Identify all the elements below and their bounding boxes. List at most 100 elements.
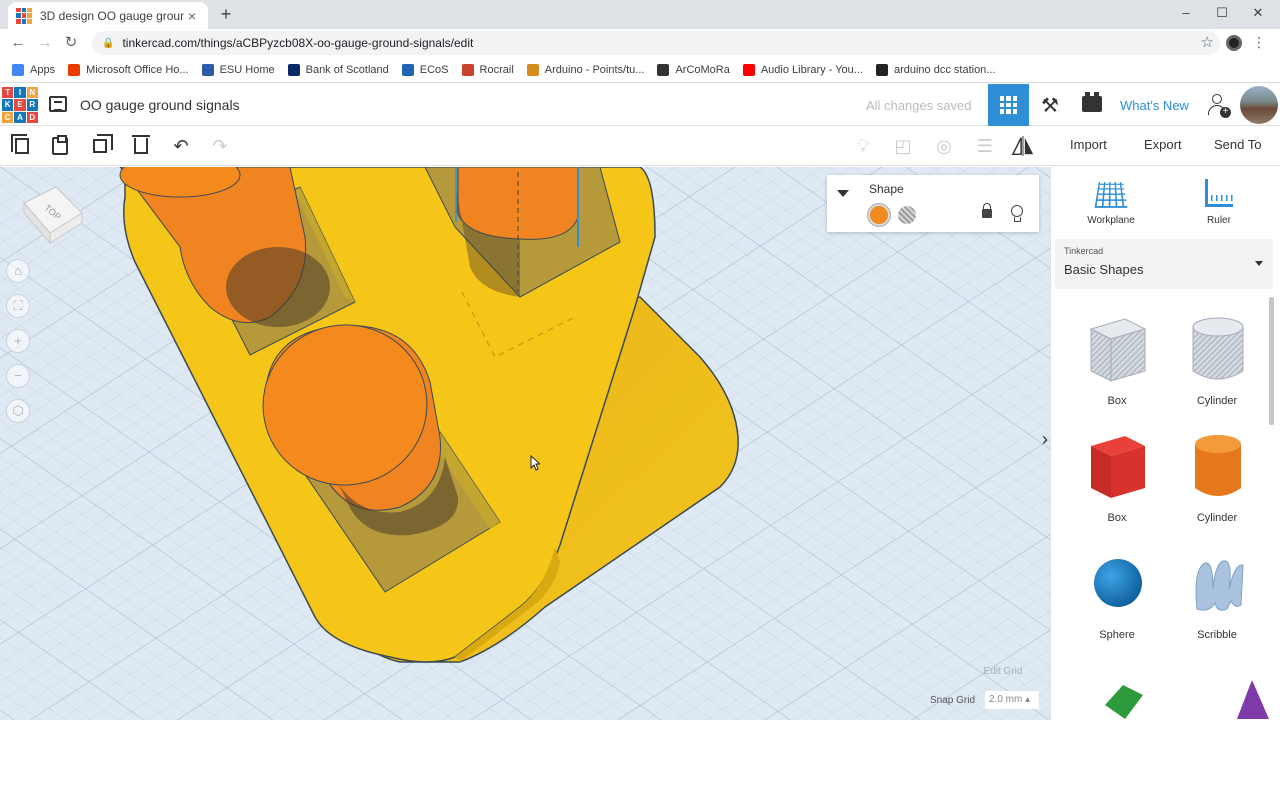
scribble-icon: [1195, 560, 1244, 611]
hole-swatch[interactable]: [898, 206, 916, 224]
snap-grid-select[interactable]: 2.0 mm ▴: [985, 691, 1039, 709]
copy-icon: [11, 134, 29, 154]
bookmark-label: ECoS: [419, 63, 449, 76]
tinkercad-logo[interactable]: TINKERCAD: [2, 87, 38, 123]
bookmark-item[interactable]: Microsoft Office Ho...: [68, 63, 189, 76]
address-bar[interactable]: 🔒 tinkercad.com/things/aCBPyzcb08X-oo-ga…: [92, 31, 1220, 55]
align-button[interactable]: ☰: [973, 134, 997, 158]
sphere-blue-icon: [1094, 559, 1142, 607]
zoom-out-icon[interactable]: −: [6, 364, 30, 388]
pickaxe-icon[interactable]: ⚒: [1038, 93, 1062, 117]
bookmark-item[interactable]: Rocrail: [461, 63, 514, 76]
bookmark-star-icon[interactable]: ☆: [1201, 33, 1214, 51]
lightbulb-icon: 💡︎: [856, 135, 870, 156]
bookmark-favicon-icon: [657, 63, 670, 76]
collapse-caret-icon[interactable]: [837, 190, 849, 197]
edit-grid-button[interactable]: Edit Grid: [968, 666, 1038, 680]
shape-label: Box: [1107, 512, 1127, 524]
paste-button[interactable]: [48, 134, 72, 158]
shape-partial-row[interactable]: [1067, 675, 1269, 785]
bricks-icon[interactable]: [1082, 92, 1102, 112]
shape-box-hole[interactable]: Box: [1067, 315, 1167, 425]
ruler-label: Ruler: [1207, 215, 1231, 226]
shape-sphere-blue[interactable]: Sphere: [1067, 549, 1167, 659]
grid-icon: [999, 96, 1018, 114]
workplane-scene[interactable]: [0, 167, 1050, 720]
avatar[interactable]: [1240, 86, 1278, 124]
design-title[interactable]: OO gauge ground signals: [80, 97, 240, 113]
snap-grid-label: Snap Grid: [930, 695, 976, 706]
import-button[interactable]: Import: [1070, 137, 1107, 152]
duplicate-button[interactable]: [88, 134, 113, 158]
lock-icon[interactable]: [982, 203, 992, 218]
undo-icon: ↶: [173, 135, 189, 156]
shape-cylinder-hole[interactable]: Cylinder: [1167, 315, 1267, 425]
bookmark-label: Bank of Scotland: [305, 63, 389, 76]
bookmark-label: arduino dcc station...: [893, 63, 996, 76]
menu-kebab-icon[interactable]: ⋮: [1252, 34, 1266, 51]
bookmark-item[interactable]: arduino dcc station...: [875, 63, 996, 76]
shape-cylinder-orange[interactable]: Cylinder: [1167, 432, 1267, 542]
bookmark-item[interactable]: ECoS: [401, 63, 449, 76]
bookmarks-bar: Apps Microsoft Office Ho... ESU Home Bank o…: [0, 57, 1280, 83]
forward-arrow-icon[interactable]: →: [34, 32, 56, 54]
group-icon: ◰: [894, 135, 912, 156]
panel-scrollbar[interactable]: [1269, 297, 1274, 425]
shape-label: Cylinder: [1196, 512, 1238, 524]
bookmark-favicon-icon: [875, 63, 888, 76]
peg-shadow: [226, 247, 330, 327]
bookmark-favicon-icon: [526, 63, 539, 76]
bookmark-item[interactable]: ESU Home: [201, 63, 275, 76]
close-window-button[interactable]: ✕: [1240, 0, 1276, 28]
ungroup-button[interactable]: ◎: [932, 134, 956, 158]
bookmark-label: ESU Home: [219, 63, 275, 76]
home-view-icon[interactable]: ⌂: [6, 259, 30, 283]
browser-tab[interactable]: 3D design OO gauge ground sig ×: [8, 2, 208, 29]
fit-view-icon[interactable]: ⛶: [6, 294, 30, 318]
view-cube[interactable]: TOP: [22, 183, 84, 247]
zoom-in-icon[interactable]: +: [6, 329, 30, 353]
bookmark-item[interactable]: Arduino - Points/tu...: [526, 63, 645, 76]
tab-close-icon[interactable]: ×: [184, 8, 200, 24]
panel-toggle-chevron-icon[interactable]: ›: [1042, 429, 1058, 459]
more-shapes-icon: [1105, 680, 1269, 719]
bookmark-favicon-icon: [68, 63, 81, 76]
bookmark-item[interactable]: Bank of Scotland: [287, 63, 389, 76]
new-tab-button[interactable]: +: [216, 4, 236, 24]
send-to-button[interactable]: Send To: [1214, 137, 1261, 152]
minimize-button[interactable]: –: [1168, 0, 1204, 28]
reload-icon[interactable]: ↻: [60, 32, 82, 54]
back-arrow-icon[interactable]: ←: [7, 32, 29, 54]
shape-box-red[interactable]: Box: [1067, 432, 1167, 542]
add-user-icon[interactable]: +: [1208, 94, 1231, 118]
3d-workspace[interactable]: TOP ⌂ ⛶ + − ⬡ Shape Edit Grid Snap Grid …: [0, 167, 1050, 720]
3d-design-view-button[interactable]: [988, 84, 1029, 126]
profile-icon[interactable]: [1226, 35, 1242, 51]
mirror-button[interactable]: [1011, 134, 1035, 158]
ruler-button[interactable]: Ruler: [1179, 179, 1259, 226]
copy-button[interactable]: [10, 134, 34, 158]
bookmark-item[interactable]: Apps: [12, 63, 55, 76]
shape-library-select[interactable]: Tinkercad Basic Shapes: [1055, 239, 1273, 289]
maximize-button[interactable]: ☐: [1204, 0, 1240, 28]
paste-icon: [52, 135, 68, 155]
solid-color-swatch[interactable]: [868, 204, 890, 226]
redo-button[interactable]: ↷: [208, 134, 232, 158]
bookmark-label: Arduino - Points/tu...: [544, 63, 645, 76]
shape-scribble[interactable]: Scribble: [1167, 549, 1267, 659]
perspective-icon[interactable]: ⬡: [6, 399, 30, 423]
design-list-icon[interactable]: [49, 96, 67, 112]
bookmark-label: Microsoft Office Ho...: [86, 63, 189, 76]
export-button[interactable]: Export: [1144, 137, 1182, 152]
shape-label: Sphere: [1099, 629, 1135, 641]
delete-button[interactable]: [129, 134, 153, 158]
whats-new-link[interactable]: What's New: [1120, 98, 1189, 113]
mouse-cursor-icon: [530, 455, 540, 471]
group-button[interactable]: ◰: [891, 134, 915, 158]
undo-button[interactable]: ↶: [169, 134, 193, 158]
visibility-bulb-icon[interactable]: [1011, 205, 1023, 222]
workplane-button[interactable]: Workplane: [1071, 179, 1151, 226]
bookmark-item[interactable]: ArCoMoRa: [657, 63, 730, 76]
bookmark-item[interactable]: Audio Library - You...: [742, 63, 863, 76]
notes-bulb-button[interactable]: 💡︎: [851, 134, 875, 158]
